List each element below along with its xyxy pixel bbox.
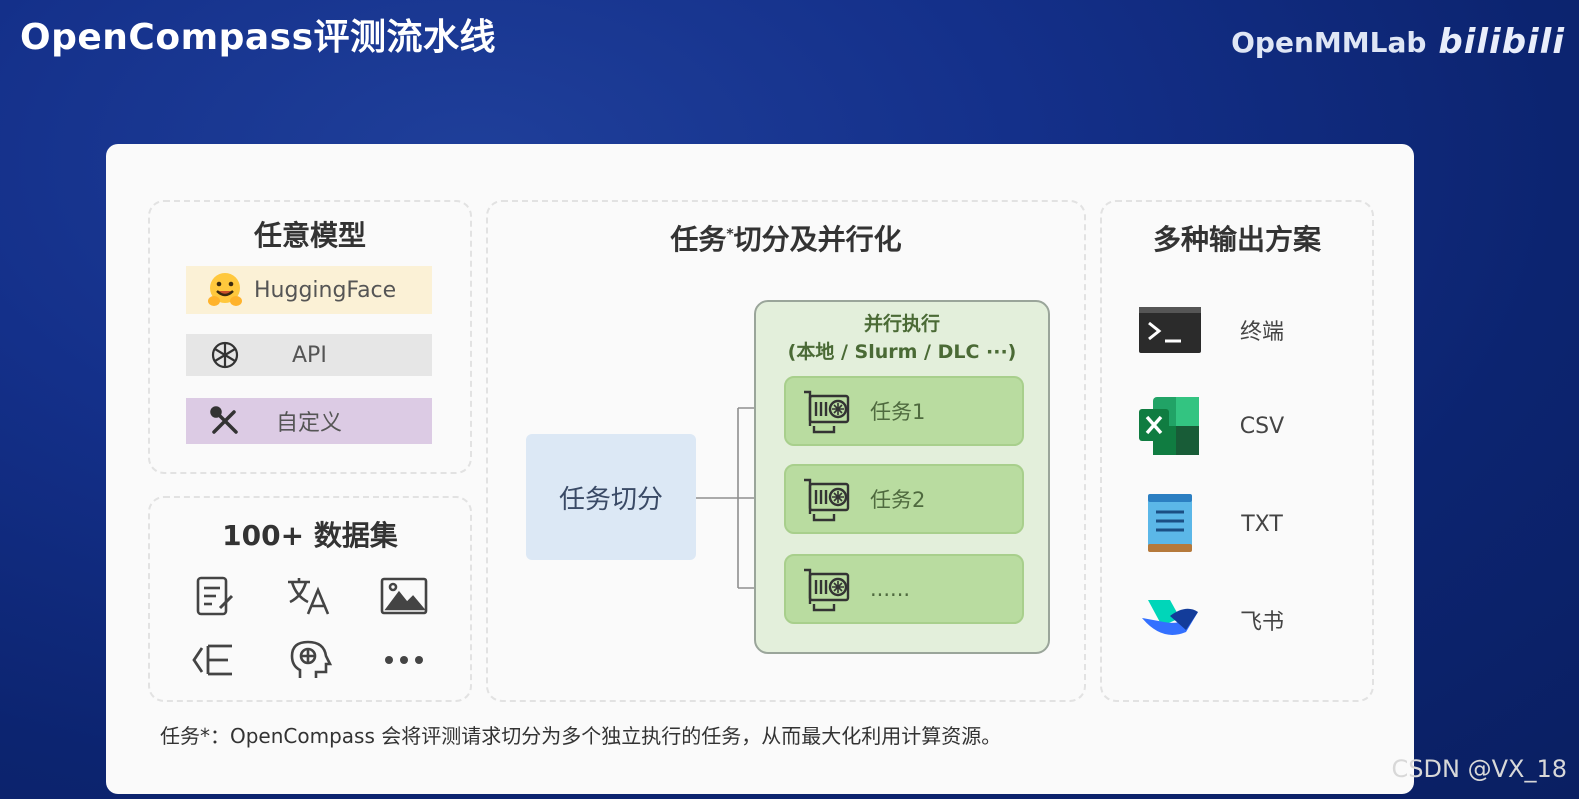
brand-logos: OpenMMLab bilibili <box>1231 22 1565 62</box>
more-icon <box>376 632 432 688</box>
notepad-icon <box>1138 494 1202 554</box>
models-panel: 任意模型 HuggingFace API 自定义 <box>148 200 472 474</box>
head-brain-icon <box>282 632 338 688</box>
gpu-card-icon <box>804 478 850 522</box>
model-custom: 自定义 <box>186 398 432 444</box>
excel-icon <box>1138 396 1202 456</box>
output-txt: TXT <box>1102 494 1372 554</box>
list-icon <box>186 632 242 688</box>
asterisk: * <box>726 226 734 243</box>
datasets-title: 100+ 数据集 <box>222 519 398 552</box>
outputs-panel: 多种输出方案 终端 CSV TXT 飞书 <box>1100 200 1374 702</box>
task-label: 任务2 <box>870 488 926 512</box>
model-label: 自定义 <box>276 411 343 436</box>
parallel-exec-box: 并行执行 (本地 / Slurm / DLC ···) 任务1 任务2 ....… <box>754 300 1050 654</box>
translate-icon <box>280 568 336 624</box>
task-item: ...... <box>784 554 1024 624</box>
task-item: 任务2 <box>784 464 1024 534</box>
exam-paper-icon <box>186 568 242 624</box>
gpu-card-icon <box>804 390 850 434</box>
datasets-panel: 100+ 数据集 <box>148 496 472 702</box>
task-split-panel: 任务*切分及并行化 任务切分 并行执行 (本地 / Slurm / DLC ··… <box>486 200 1086 702</box>
openai-logo-icon <box>204 334 246 376</box>
image-icon <box>376 568 432 624</box>
watermark: CSDN @VX_18 <box>1391 755 1567 783</box>
task-split-box: 任务切分 <box>526 434 696 560</box>
bilibili-logo: bilibili <box>1438 22 1565 62</box>
task-label: 任务1 <box>870 400 926 424</box>
output-label: TXT <box>1241 511 1283 537</box>
gpu-card-icon <box>804 568 850 612</box>
parallel-exec-title: 并行执行 (本地 / Slurm / DLC ···) <box>756 310 1048 366</box>
outputs-title: 多种输出方案 <box>1152 223 1321 256</box>
output-feishu: 飞书 <box>1102 590 1372 650</box>
task-split-title-word: 任务 <box>670 223 727 256</box>
task-item: 任务1 <box>784 376 1024 446</box>
model-label: HuggingFace <box>254 277 397 303</box>
output-terminal: 终端 <box>1102 300 1372 360</box>
models-title: 任意模型 <box>253 219 366 252</box>
output-csv: CSV <box>1102 396 1372 456</box>
footnote: 任务*：OpenCompass 会将评测请求切分为多个独立执行的任务，从而最大化… <box>160 724 1002 748</box>
exec-title: 并行执行 <box>863 313 940 335</box>
model-api: API <box>186 334 432 376</box>
output-label: 终端 <box>1239 320 1284 345</box>
task-split-title: 任务*切分及并行化 <box>488 218 1084 258</box>
feishu-icon <box>1138 590 1202 650</box>
exec-subtitle: (本地 / Slurm / DLC ···) <box>787 341 1017 363</box>
task-label: ...... <box>870 577 911 601</box>
output-label: 飞书 <box>1239 610 1284 635</box>
tools-icon <box>204 400 246 442</box>
terminal-icon <box>1138 300 1202 360</box>
hugging-face-emoji-icon <box>204 269 246 311</box>
output-label: CSV <box>1239 413 1285 439</box>
slide-title: OpenCompass评测流水线 <box>20 17 497 58</box>
model-label: API <box>292 342 327 368</box>
openmmlab-logo: OpenMMLab <box>1231 25 1427 59</box>
task-split-title-rest: 切分及并行化 <box>733 223 902 256</box>
model-huggingface: HuggingFace <box>186 266 432 314</box>
content-card: 任意模型 HuggingFace API 自定义 100+ 数据集 任务*切分及… <box>106 144 1414 794</box>
